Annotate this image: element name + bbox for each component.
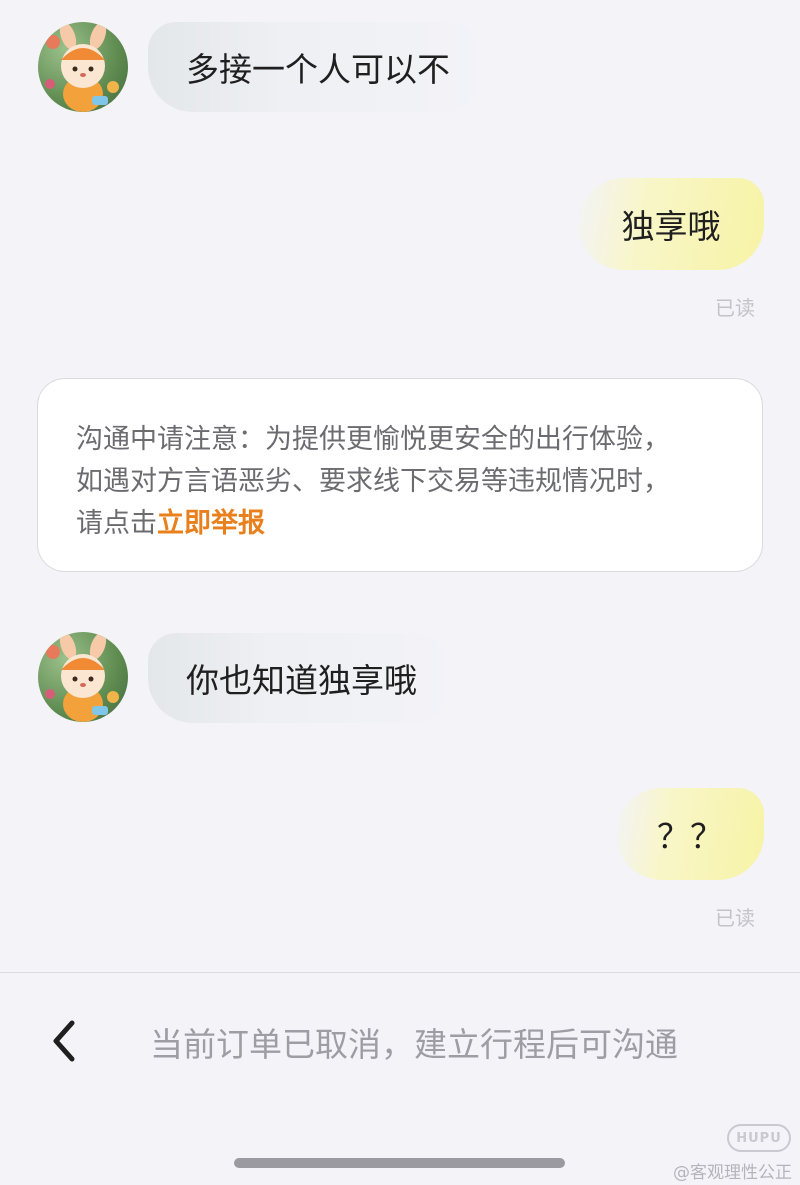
message-text: 独享哦 [621, 207, 721, 246]
message-bubble-outgoing[interactable]: ？？ [616, 788, 764, 880]
message-text: ？？ [657, 817, 723, 856]
home-indicator[interactable] [234, 1158, 565, 1168]
message-text: 多接一个人可以不 [186, 50, 450, 89]
back-button[interactable] [42, 1016, 88, 1066]
read-receipt: 已读 [715, 906, 755, 930]
chat-disabled-notice: 当前订单已取消，建立行程后可沟通 [150, 1025, 678, 1064]
hupu-logo-watermark: HUPU [727, 1124, 791, 1152]
notice-line: 沟通中请注意：为提供更愉悦更安全的出行体验， [76, 424, 670, 455]
message-bubble-incoming[interactable]: 你也知道独享哦 [148, 633, 455, 723]
chevron-left-icon [53, 1020, 75, 1062]
notice-text: 请点击 [76, 508, 157, 539]
avatar[interactable] [38, 22, 128, 112]
message-bubble-incoming[interactable]: 多接一个人可以不 [148, 22, 488, 112]
notice-line: 如遇对方言语恶劣、要求线下交易等违规情况时， [76, 466, 670, 497]
avatar[interactable] [38, 632, 128, 722]
watermark-text: @客观理性公正 [673, 1163, 792, 1183]
safety-notice-card: 沟通中请注意：为提供更愉悦更安全的出行体验， 如遇对方言语恶劣、要求线下交易等违… [37, 378, 763, 572]
report-link[interactable]: 立即举报 [157, 508, 265, 539]
chat-footer [0, 973, 800, 1185]
message-text: 你也知道独享哦 [186, 661, 417, 700]
notice-line: 请点击立即举报 [76, 503, 726, 545]
message-bubble-outgoing[interactable]: 独享哦 [578, 178, 764, 270]
read-receipt: 已读 [715, 296, 755, 320]
